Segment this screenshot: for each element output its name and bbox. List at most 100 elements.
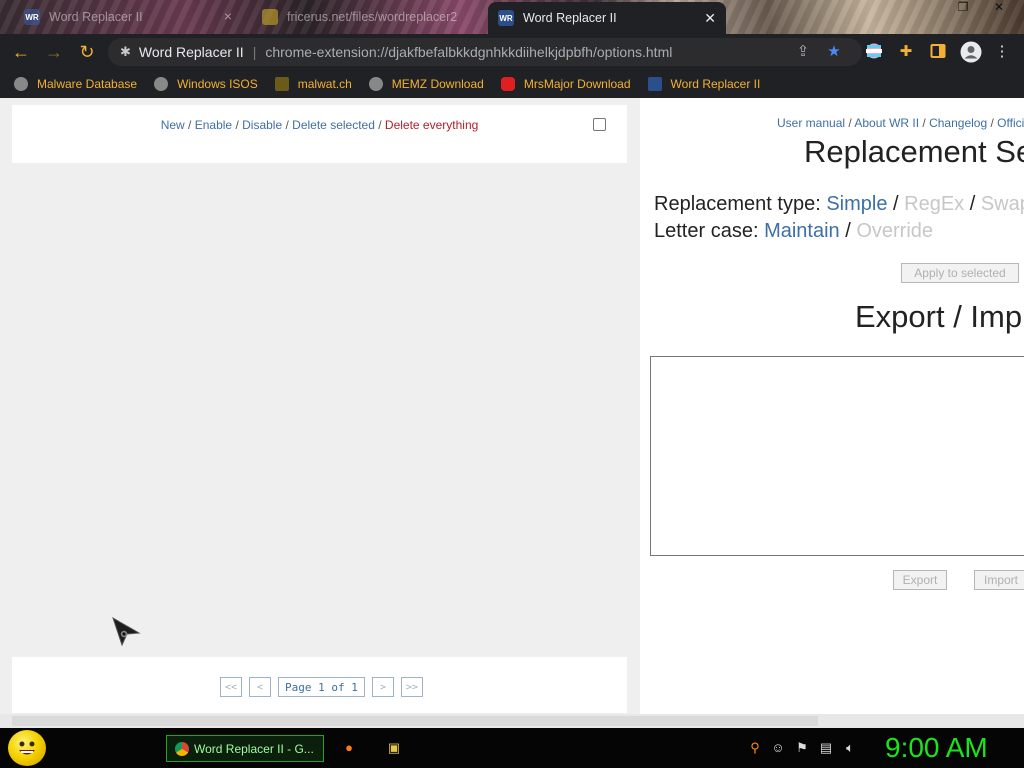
changelog-link[interactable]: Changelog [929,116,987,130]
pagination-card: << < Page 1 of 1 > >> [12,657,627,713]
smiley-icon[interactable] [8,730,46,766]
first-page-button[interactable]: << [220,677,242,697]
horizontal-scrollbar[interactable] [0,714,1024,728]
reload-icon[interactable]: ↻ [77,42,97,62]
pagination: << < Page 1 of 1 > >> [220,677,430,697]
letter-case-label: Letter case: [654,220,765,242]
bookmark-label: MrsMajor Download [523,77,631,91]
rules-actions: New / Enable / Disable / Delete selected… [12,118,627,132]
settings-panel: User manual / About WR II / Changelog / … [640,98,1024,728]
bookmark-mrsmajor-download[interactable]: MrsMajor Download [500,77,631,91]
separator: / [845,116,855,130]
tab-fricerus[interactable]: fricerus.net/files/wordreplacer2 [252,3,484,31]
tab-title: fricerus.net/files/wordreplacer2 [287,10,458,24]
option-swap[interactable]: Swap [981,193,1024,215]
wr-icon: WR [498,10,514,26]
youtube-icon [500,77,515,91]
bookmark-label: Word Replacer II [670,77,761,91]
wr-icon: WR [24,9,40,25]
option-regex[interactable]: RegEx [904,193,964,215]
export-import-textarea[interactable] [650,356,1024,556]
bookmark-label: Malware Database [37,77,138,91]
bookmark-malware-database[interactable]: Malware Database [14,77,137,91]
separator: / [374,118,385,132]
select-all-checkbox[interactable] [593,118,606,131]
sidebar-icon[interactable] [929,43,947,61]
new-link[interactable]: New [161,118,185,132]
bookmark-label: Windows ISOS [177,77,258,91]
taskbar-clock[interactable]: 9:00 AM [885,732,988,764]
wr-icon [647,77,662,91]
omnibox-separator: | [252,44,257,60]
volume-icon[interactable]: 🔈︎ [842,740,858,756]
options-page: New / Enable / Disable / Delete selected… [0,98,1024,728]
account-avatar-icon[interactable] [960,41,982,63]
bookmark-star-icon[interactable]: ★ [825,43,843,61]
taskbar-chrome-window[interactable]: Word Replacer II - G... [166,735,324,762]
url-text: chrome-extension://djakfbefalbkkdgnhkkdi… [265,44,673,60]
window-close-icon[interactable]: ✕ [988,0,1010,14]
apply-to-selected-button[interactable]: Apply to selected [901,263,1019,283]
separator: / [839,220,857,242]
site-icon [262,9,278,25]
tab-title: Word Replacer II [49,10,143,24]
tab-word-replacer-active[interactable]: WR Word Replacer II ✕ [488,2,726,34]
folder-icon[interactable]: ▣ [386,740,402,756]
profile-flag-icon[interactable] [865,43,883,61]
disable-link[interactable]: Disable [242,118,282,132]
prev-page-button[interactable]: < [249,677,271,697]
share-icon[interactable]: ⇪ [794,43,812,61]
close-icon[interactable]: ✕ [704,10,716,26]
page-indicator: Page 1 of 1 [278,677,365,697]
scrollbar-thumb[interactable] [12,716,818,726]
delete-selected-link[interactable]: Delete selected [292,118,375,132]
header-links: User manual / About WR II / Changelog / … [777,116,1024,130]
separator: / [232,118,243,132]
tab-word-replacer-1[interactable]: WR Word Replacer II × [14,3,242,31]
mouse-cursor-icon [112,617,141,647]
back-arrow-icon[interactable]: ← [11,42,31,62]
chat-icon[interactable]: ☺ [770,740,786,756]
bookmark-memz-download[interactable]: MEMZ Download [368,77,484,91]
last-page-button[interactable]: >> [400,677,423,697]
separator: / [919,116,930,130]
bookmark-malwatch[interactable]: malwat.ch [274,77,352,91]
chrome-icon [175,741,189,756]
firefox-icon[interactable]: ● [341,740,357,756]
rules-actions-card: New / Enable / Disable / Delete selected… [12,105,627,163]
bookmark-label: MEMZ Download [391,77,484,91]
option-simple[interactable]: Simple [826,193,887,215]
task-label: Word Replacer II - G... [194,741,314,756]
export-import-heading: Export / Imp [855,299,1023,334]
separator: / [987,116,998,130]
export-button[interactable]: Export [893,570,947,590]
search-icon[interactable]: ⚲ [747,740,763,756]
delete-everything-link[interactable]: Delete everything [385,118,478,132]
next-page-button[interactable]: > [371,677,394,697]
address-bar[interactable]: ✱ Word Replacer II | chrome-extension://… [108,38,862,66]
import-button[interactable]: Import [974,570,1024,590]
bookmark-word-replacer[interactable]: Word Replacer II [647,77,761,91]
forward-arrow-icon[interactable]: → [44,42,64,62]
option-override[interactable]: Override [856,220,933,242]
taskbar: Word Replacer II - G... ● ▣ ⚲ ☺ ⚑ ▤ 🔈︎ 9… [0,728,1024,768]
official-link[interactable]: Offici [997,116,1024,130]
option-maintain[interactable]: Maintain [764,220,840,242]
separator: / [184,118,195,132]
letter-case-row: Letter case: Maintain / Override [654,220,933,243]
network-icon[interactable]: ▤ [818,740,834,756]
separator: / [964,193,981,215]
about-link[interactable]: About WR II [854,116,919,130]
enable-link[interactable]: Enable [195,118,232,132]
replacement-type-label: Replacement type: [654,193,827,215]
restore-icon[interactable]: ❐ [952,0,974,14]
rules-panel: New / Enable / Disable / Delete selected… [0,98,640,728]
browser-toolbar: ← → ↻ ✱ Word Replacer II | chrome-extens… [0,34,1024,70]
action-center-flag-icon[interactable]: ⚑ [794,740,810,756]
bookmark-windows-isos[interactable]: Windows ISOS [154,77,258,91]
user-manual-link[interactable]: User manual [777,116,845,130]
globe-icon [368,77,383,91]
extensions-icon[interactable]: ✚ [897,43,915,61]
close-icon[interactable]: × [224,8,232,24]
menu-kebab-icon[interactable]: ⋮ [993,43,1011,61]
